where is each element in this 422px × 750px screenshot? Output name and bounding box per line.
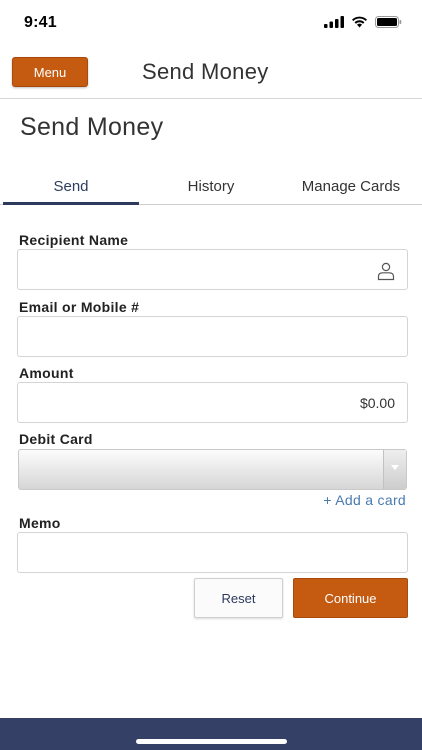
recipient-name-input[interactable] xyxy=(17,249,408,290)
memo-input[interactable] xyxy=(17,532,408,573)
email-mobile-input[interactable] xyxy=(17,316,408,357)
battery-icon xyxy=(375,16,402,28)
page-title: Send Money xyxy=(20,113,164,141)
header-title: Send Money xyxy=(142,59,269,84)
home-indicator[interactable] xyxy=(136,739,287,744)
app-header: Menu Send Money xyxy=(0,46,422,99)
continue-button[interactable]: Continue xyxy=(293,578,408,618)
tab-history[interactable]: History xyxy=(139,168,283,204)
wifi-icon xyxy=(352,16,367,28)
debit-card-label: Debit Card xyxy=(19,431,93,447)
debit-card-select[interactable] xyxy=(18,449,407,490)
tab-bar: Send History Manage Cards xyxy=(0,168,422,205)
signal-icon xyxy=(324,16,344,28)
status-time: 9:41 xyxy=(24,14,57,31)
status-icons xyxy=(324,16,402,28)
recipient-name-label: Recipient Name xyxy=(19,232,129,248)
status-bar: 9:41 xyxy=(0,0,422,46)
amount-input[interactable] xyxy=(17,382,408,423)
memo-label: Memo xyxy=(19,515,61,531)
debit-card-dropdown-toggle[interactable] xyxy=(383,450,406,489)
tab-manage-cards[interactable]: Manage Cards xyxy=(283,168,419,204)
reset-button[interactable]: Reset xyxy=(194,578,283,618)
menu-button[interactable]: Menu xyxy=(12,57,88,87)
person-icon[interactable] xyxy=(376,261,396,281)
chevron-down-icon xyxy=(391,465,399,470)
amount-label: Amount xyxy=(19,365,74,381)
bottom-bar xyxy=(0,718,422,750)
tab-send[interactable]: Send xyxy=(3,168,139,205)
add-card-link[interactable]: + Add a card xyxy=(323,492,406,508)
email-mobile-label: Email or Mobile # xyxy=(19,299,140,315)
